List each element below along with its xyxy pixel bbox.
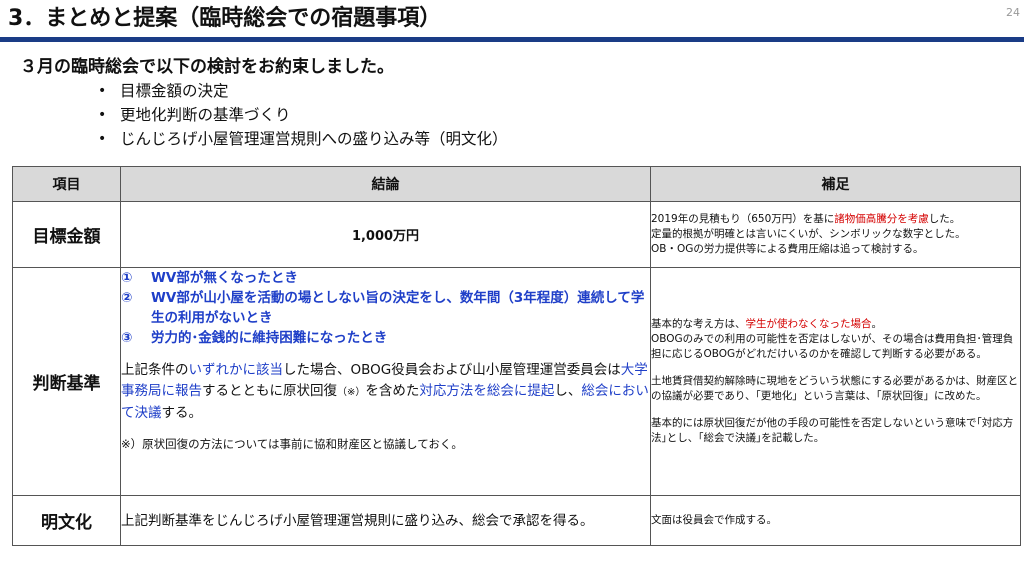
table-header-row: 項目 結論 補足 (12, 166, 1021, 202)
condition-text: 労力的･金銭的に維持困難になったとき (151, 330, 388, 346)
criteria-conclusion: ① WV部が無くなったとき ② WV部が山小屋を活動の場としない旨の決定をし、数年間… (120, 267, 651, 496)
note-text: 基本的な考え方は、 (651, 318, 746, 330)
body-text: を含めた (365, 383, 420, 399)
criteria-note-1: 基本的な考え方は、学生が使わなくなった場合。 (651, 317, 1020, 332)
note-text: した。 (928, 213, 961, 225)
condition-text: WV部が無くなったとき (151, 270, 298, 286)
criteria-note-3: 土地賃貸借契約解除時に現地をどういう状態にする必要があるかは、財産区との協議が必… (651, 375, 1019, 402)
criteria-condition-list: ① WV部が無くなったとき ② WV部が山小屋を活動の場としない旨の決定をし、数年間… (121, 268, 650, 348)
intro-heading: ３月の臨時総会で以下の検討をお約束しました。 (20, 57, 394, 77)
note-text: 2019年の見積もり（650万円）を基に (651, 213, 835, 225)
target-note-2: 定量的根拠が明確とは言いにくいが、シンボリックな数字とした。 (651, 228, 966, 240)
body-text: する。 (161, 405, 203, 421)
row-label-documentation: 明文化 (12, 495, 121, 546)
condition-text: WV部が山小屋を活動の場としない旨の決定をし、数年間（3年程度）連続して学生の利… (151, 290, 645, 326)
condition-number: ① (121, 270, 133, 286)
criteria-body: 上記条件のいずれかに該当した場合、OBOG役員会および山小屋管理運営委員会は大学… (121, 360, 650, 424)
documentation-conclusion: 上記判断基準をじんじろげ小屋管理運営規則に盛り込み、総会で承認を得る。 (120, 495, 651, 546)
intro-bullet-list: 目標金額の決定 更地化判断の基準づくり じんじろげ小屋管理運営規則への盛り込み等… (96, 79, 508, 151)
slide-title: 3．まとめと提案（臨時総会での宿題事項） (8, 6, 442, 31)
documentation-supplement: 文面は役員会で作成する。 (650, 495, 1021, 546)
header-item: 項目 (12, 166, 121, 202)
bullet-item: 目標金額の決定 (96, 79, 508, 103)
row-criteria: 判断基準 ① WV部が無くなったとき ② WV部が山小屋を活動の場としない旨の決定を… (12, 267, 1021, 496)
target-amount-value: 1,000万円 (120, 201, 651, 268)
criteria-supplement: 基本的な考え方は、学生が使わなくなった場合。 OBOGのみでの利用の可能性を否定… (650, 267, 1021, 496)
body-text: し、 (554, 383, 582, 399)
target-note-3: OB・OGの労力提供等による費用圧縮は追って検討する。 (651, 243, 924, 255)
condition-number: ② (121, 290, 133, 306)
row-target-amount: 目標金額 1,000万円 2019年の見積もり（650万円）を基に諸物価高騰分を… (12, 201, 1021, 268)
row-documentation: 明文化 上記判断基準をじんじろげ小屋管理運営規則に盛り込み、総会で承認を得る。 … (12, 495, 1021, 546)
condition-number: ③ (121, 330, 133, 346)
body-text: 上記条件の (121, 362, 189, 378)
condition-item: ② WV部が山小屋を活動の場としない旨の決定をし、数年間（3年程度）連続して学生の… (121, 288, 650, 328)
target-note-1: 2019年の見積もり（650万円）を基に諸物価高騰分を考慮した。 (651, 212, 1020, 227)
condition-item: ① WV部が無くなったとき (121, 268, 650, 288)
criteria-note-4: 基本的には原状回復だが他の手段の可能性を否定しないという意味で｢対応方法｣とし、… (651, 417, 1014, 444)
summary-table: 項目 結論 補足 目標金額 1,000万円 2019年の見積もり（650万円）を… (12, 166, 1021, 546)
page-number: 24 (1006, 6, 1020, 19)
header-supplement: 補足 (650, 166, 1021, 202)
condition-item: ③ 労力的･金銭的に維持困難になったとき (121, 328, 650, 348)
bullet-item: じんじろげ小屋管理運営規則への盛り込み等（明文化） (96, 127, 508, 151)
title-underline (0, 37, 1024, 42)
row-label-criteria: 判断基準 (12, 267, 121, 496)
note-highlight: 学生が使わなくなった場合 (745, 318, 872, 330)
body-text: するとともに原状回復 (202, 383, 337, 399)
body-highlight: いずれかに該当 (188, 362, 284, 378)
criteria-footnote: ※）原状回復の方法については事前に協和財産区と協議しておく。 (121, 437, 463, 451)
header-conclusion: 結論 (120, 166, 651, 202)
target-supplement: 2019年の見積もり（650万円）を基に諸物価高騰分を考慮した。 定量的根拠が明… (650, 201, 1021, 268)
bullet-item: 更地化判断の基準づくり (96, 103, 508, 127)
body-text: した場合、OBOG役員会および山小屋管理運営委員会は (283, 362, 621, 378)
body-highlight: 対応方法を総会に提起 (419, 383, 555, 399)
note-text: 。 (871, 318, 883, 330)
body-footnote-mark: （※） (337, 387, 366, 398)
note-highlight: 諸物価高騰分を考慮 (834, 213, 929, 225)
row-label-target: 目標金額 (12, 201, 121, 268)
criteria-note-2: OBOGのみでの利用の可能性を否定はしないが、その場合は費用負担･管理負担に応じ… (651, 333, 1014, 360)
